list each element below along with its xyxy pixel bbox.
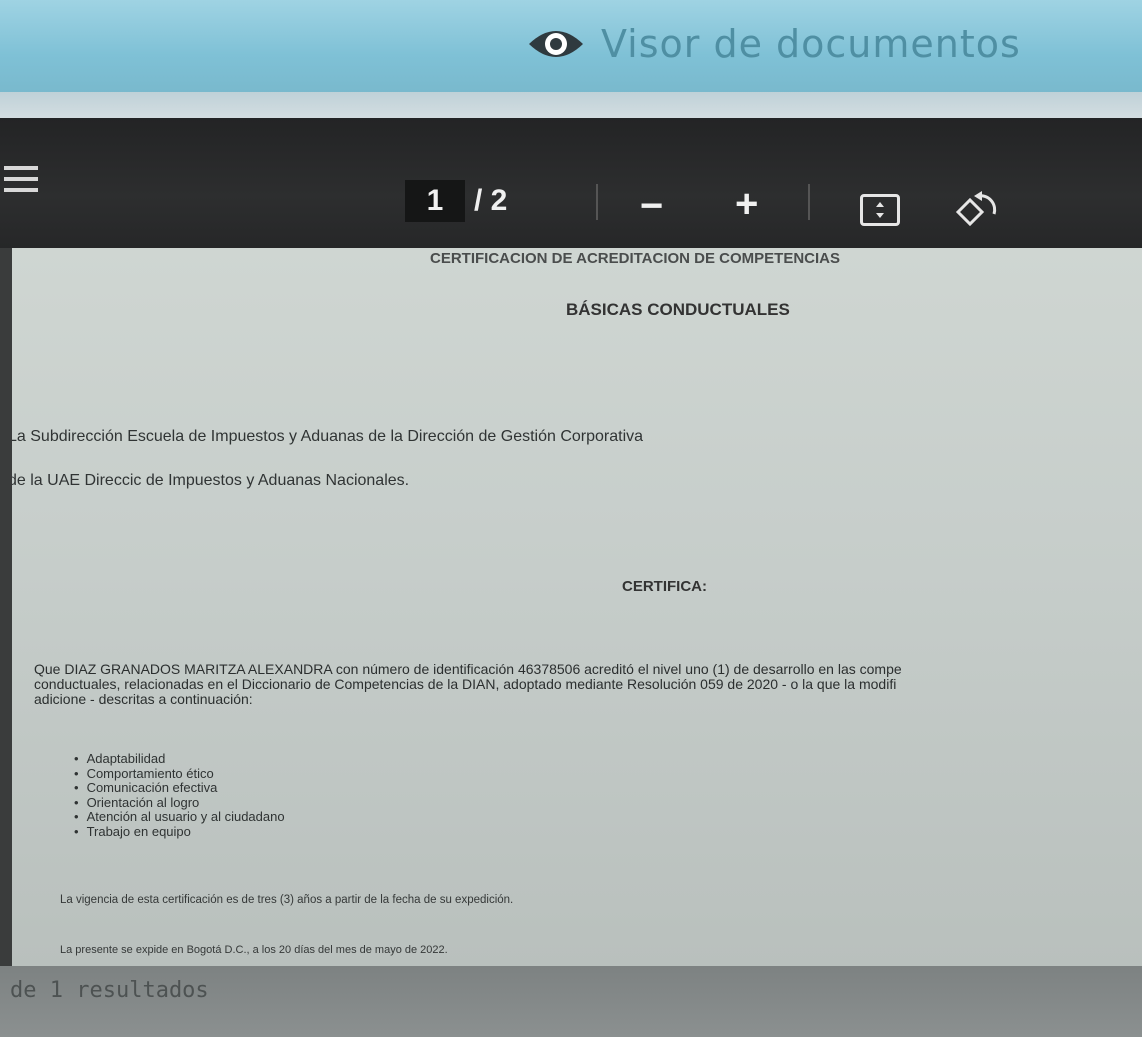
header-title-group: Visor de documentos xyxy=(527,14,1021,74)
competencias-list: Adaptabilidad Comportamiento ético Comun… xyxy=(74,751,285,840)
certification-body: Que DIAZ GRANADOS MARITZA ALEXANDRA con … xyxy=(34,662,1142,707)
app-header: Visor de documentos xyxy=(0,0,1142,92)
results-footer: de 1 resultados xyxy=(0,966,1142,1037)
list-item: Trabajo en equipo xyxy=(74,824,285,840)
list-item: Adaptabilidad xyxy=(74,751,285,767)
intro-line1: La Subdirección Escuela de Impuestos y A… xyxy=(8,428,644,445)
zoom-out-button[interactable]: − xyxy=(640,186,663,226)
document-left-edge xyxy=(0,248,12,966)
doc-title-line1: CERTIFICACION DE ACREDITACION DE COMPETE… xyxy=(430,250,841,267)
vigencia-text: La vigencia de esta certificación es de … xyxy=(60,894,514,906)
page-number-input[interactable]: 1 xyxy=(405,180,465,222)
toolbar-separator xyxy=(808,184,810,220)
certifica-heading: CERTIFICA: xyxy=(622,578,707,595)
menu-icon[interactable] xyxy=(4,166,38,194)
list-item: Orientación al logro xyxy=(74,795,285,811)
document-page: CERTIFICACION DE ACREDITACION DE COMPETE… xyxy=(0,248,1142,966)
list-item: Comunicación efectiva xyxy=(74,780,285,796)
list-item: Atención al usuario y al ciudadano xyxy=(74,809,285,825)
list-item: Comportamiento ético xyxy=(74,766,285,782)
zoom-in-button[interactable]: + xyxy=(735,184,758,224)
fit-page-icon[interactable] xyxy=(860,194,900,226)
intro-line2: de la UAE Direccic de Impuestos y Aduana… xyxy=(8,472,410,489)
body-line1: Que DIAZ GRANADOS MARITZA ALEXANDRA con … xyxy=(34,661,902,677)
eye-icon xyxy=(527,24,585,64)
body-line2: conductuales, relacionadas en el Diccion… xyxy=(34,676,897,692)
doc-title-line2: BÁSICAS CONDUCTUALES xyxy=(566,300,790,319)
viewer-toolbar: 1 / 2 − + xyxy=(0,118,1142,248)
body-line3: adicione - descritas a continuación: xyxy=(34,691,253,707)
rotate-icon[interactable] xyxy=(952,188,1002,232)
results-count: de 1 resultados xyxy=(10,978,209,1003)
expedicion-text: La presente se expide en Bogotá D.C., a … xyxy=(60,944,448,956)
page-total: / 2 xyxy=(474,184,508,217)
toolbar-separator xyxy=(596,184,598,220)
app-title: Visor de documentos xyxy=(601,22,1021,66)
